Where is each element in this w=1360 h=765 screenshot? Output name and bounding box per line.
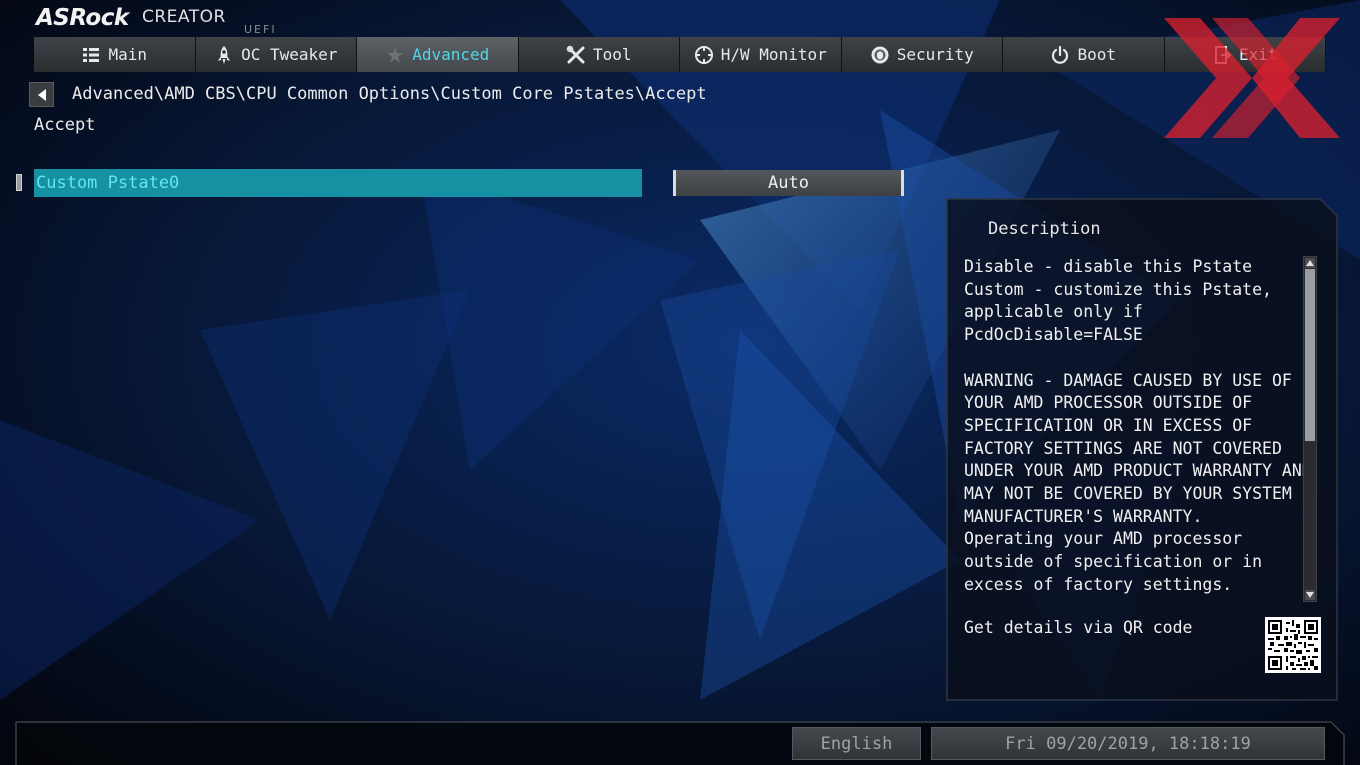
tab-label: Exit xyxy=(1238,45,1278,64)
tab-label: H/W Monitor xyxy=(720,45,827,64)
main-nav: Main OC Tweaker Advanced Tool H/W Monito… xyxy=(34,37,1326,72)
datetime-display: Fri 09/20/2019, 18:18:19 xyxy=(931,727,1325,760)
description-title: Description xyxy=(988,219,1101,239)
tab-label: Boot xyxy=(1077,45,1117,64)
tab-exit[interactable]: Exit xyxy=(1164,37,1326,72)
setting-custom-pstate0[interactable]: Custom Pstate0 xyxy=(34,169,642,197)
power-icon xyxy=(1050,45,1070,65)
tab-label: OC Tweaker xyxy=(241,45,338,64)
tab-label: Security xyxy=(896,45,974,64)
description-panel: Description Disable - disable this Pstat… xyxy=(946,198,1338,701)
scroll-down-icon[interactable] xyxy=(1305,590,1315,600)
setting-value-dropdown[interactable]: Auto xyxy=(673,170,904,196)
page-title: Accept xyxy=(34,115,96,135)
breadcrumb: Advanced\AMD CBS\CPU Common Options\Cust… xyxy=(72,84,707,104)
tab-label: Main xyxy=(108,45,148,64)
tab-main[interactable]: Main xyxy=(34,37,196,72)
tab-security[interactable]: Security xyxy=(841,37,1003,72)
tab-label: Advanced xyxy=(412,45,490,64)
description-scrollbar[interactable] xyxy=(1303,256,1317,602)
scroll-thumb[interactable] xyxy=(1305,269,1315,441)
tab-oc-tweaker[interactable]: OC Tweaker xyxy=(195,37,357,72)
logo-brand: ASRock xyxy=(36,5,129,31)
shield-icon xyxy=(870,45,890,65)
language-button[interactable]: English xyxy=(792,727,921,760)
tools-icon xyxy=(566,45,586,65)
scroll-up-icon[interactable] xyxy=(1305,258,1315,268)
rocket-icon xyxy=(214,45,234,65)
tab-hw-monitor[interactable]: H/W Monitor xyxy=(680,37,842,72)
qr-label: Get details via QR code xyxy=(964,618,1193,637)
setting-label: Custom Pstate0 xyxy=(36,173,180,193)
qr-code-icon xyxy=(1265,617,1321,673)
list-icon xyxy=(81,45,101,65)
tab-advanced[interactable]: Advanced xyxy=(357,37,519,72)
logo-product: CREATOR xyxy=(142,7,226,27)
tab-boot[interactable]: Boot xyxy=(1003,37,1165,72)
star-icon xyxy=(385,45,405,65)
tab-tool[interactable]: Tool xyxy=(518,37,680,72)
description-text: Disable - disable this Pstate Custom - c… xyxy=(964,257,1312,594)
arrow-left-icon xyxy=(37,88,46,101)
exit-icon xyxy=(1212,45,1232,65)
tab-label: Tool xyxy=(592,45,632,64)
crosshair-icon xyxy=(694,45,714,65)
selection-marker xyxy=(16,174,22,191)
logo-firmware: UEFI xyxy=(244,23,277,36)
footer-bar: English Fri 09/20/2019, 18:18:19 xyxy=(15,721,1345,765)
back-button[interactable] xyxy=(29,82,54,107)
